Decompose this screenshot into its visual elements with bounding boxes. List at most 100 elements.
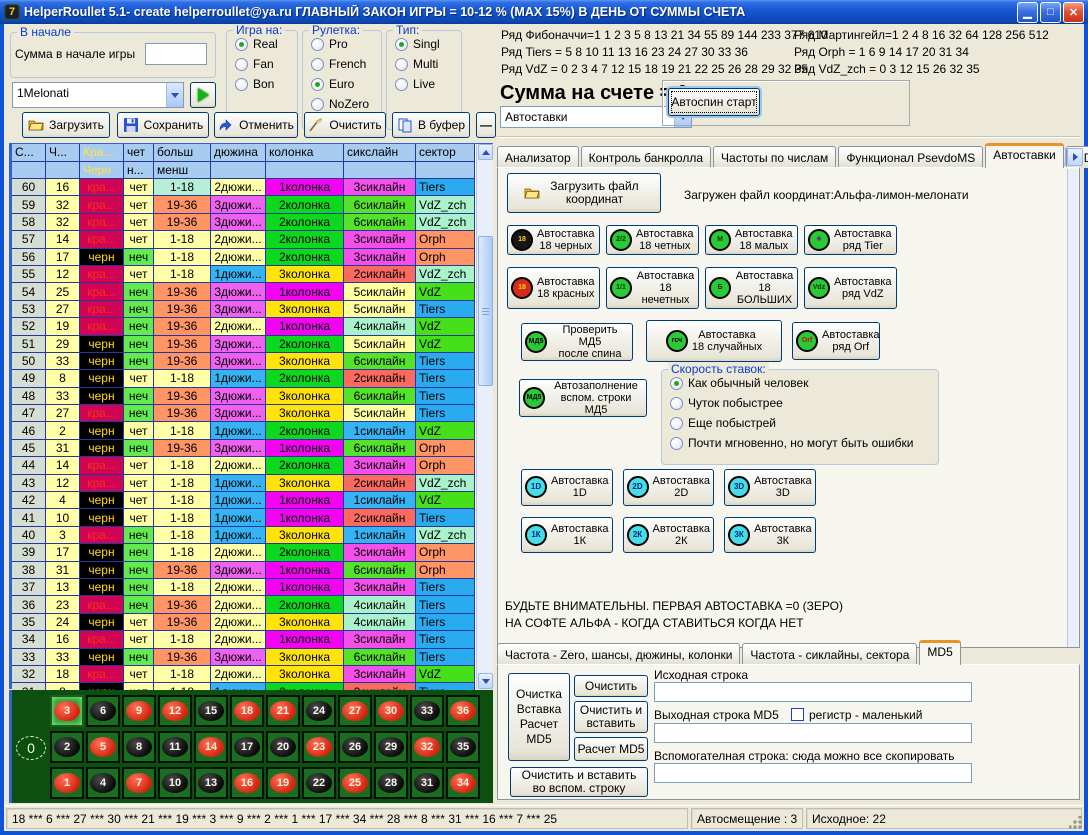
- md5-clear-button[interactable]: Очистить: [574, 675, 648, 697]
- scroll-up-icon[interactable]: [478, 144, 493, 160]
- roulette-cell-6[interactable]: 6: [86, 695, 120, 727]
- autofill-md5-button[interactable]: МД5 Автозаполнениевспом. строки МД5: [519, 379, 647, 417]
- copy-buffer-button[interactable]: В буфер: [392, 112, 470, 138]
- roulette-cell-3[interactable]: 3: [50, 695, 84, 727]
- table-row[interactable]: 403кра...неч1-181дюжи...3колонка1сиклайн…: [12, 527, 493, 544]
- tab-scroll-right-icon[interactable]: [1067, 148, 1083, 166]
- freq-tab[interactable]: Частота - сиклайны, сектора: [742, 643, 917, 665]
- column-header[interactable]: Кра...: [80, 144, 124, 162]
- roulette-cell-11[interactable]: 11: [158, 731, 192, 763]
- table-row[interactable]: 318чернчет1-181дюжи...2колонка2сиклайнTi…: [12, 683, 493, 690]
- load-button[interactable]: Загрузить: [22, 112, 110, 138]
- radio-option-euro[interactable]: Euro: [311, 77, 381, 91]
- register-checkbox[interactable]: [791, 708, 804, 721]
- tab-автоставки[interactable]: Автоставки: [985, 143, 1064, 168]
- roulette-cell-36[interactable]: 36: [446, 695, 480, 727]
- table-row[interactable]: 498чернчет1-181дюжи...2колонка2сиклайнTi…: [12, 370, 493, 387]
- maximize-button[interactable]: □: [1040, 2, 1061, 23]
- table-row[interactable]: 5832кра...чет19-363дюжи...2колонка6сикла…: [12, 214, 493, 231]
- table-row[interactable]: 4110чернчет1-181дюжи...1колонка2сиклайнT…: [12, 509, 493, 526]
- table-row[interactable]: 3416кра...чет1-182дюжи...1колонка3сиклай…: [12, 631, 493, 648]
- roulette-cell-14[interactable]: 14: [194, 731, 228, 763]
- tab-контроль-банкролла[interactable]: Контроль банкролла: [581, 146, 711, 168]
- table-row[interactable]: 3524чернчет19-362дюжи...3колонка4сиклайн…: [12, 614, 493, 631]
- column-header[interactable]: сектор: [416, 144, 475, 162]
- roulette-cell-12[interactable]: 12: [158, 695, 192, 727]
- autobet-button-1к[interactable]: 1КАвтоставка1К: [521, 517, 613, 554]
- autobet-button-18-черных[interactable]: 18Автоставка18 черных: [507, 225, 600, 255]
- md5-calc-button[interactable]: Расчет MD5: [574, 737, 648, 761]
- roulette-cell-28[interactable]: 28: [374, 767, 408, 799]
- roulette-cell-17[interactable]: 17: [230, 731, 264, 763]
- column-header[interactable]: дюжина: [211, 144, 266, 162]
- minimize-button[interactable]: ▁: [1017, 2, 1038, 23]
- radio-option-multi[interactable]: Multi: [395, 57, 461, 71]
- scroll-down-icon[interactable]: [478, 673, 493, 689]
- roulette-cell-32[interactable]: 32: [410, 731, 444, 763]
- roulette-cell-25[interactable]: 25: [338, 767, 372, 799]
- start-sum-input[interactable]: [145, 43, 207, 65]
- roulette-cell-10[interactable]: 10: [158, 767, 192, 799]
- roulette-cell-18[interactable]: 18: [230, 695, 264, 727]
- roulette-cell-15[interactable]: 15: [194, 695, 228, 727]
- table-row[interactable]: 4833черннеч19-363дюжи...3колонка6сиклайн…: [12, 388, 493, 405]
- autobet-button-18-четных[interactable]: 2/2Автоставка18 четных: [606, 225, 699, 255]
- roulette-cell-16[interactable]: 16: [230, 767, 264, 799]
- roulette-cell-1[interactable]: 1: [50, 767, 84, 799]
- table-row[interactable]: 5033черннеч19-363дюжи...3колонка6сиклайн…: [12, 353, 493, 370]
- column-header[interactable]: чет: [124, 144, 154, 162]
- freq-tab[interactable]: Частота - Zero, шансы, дюжины, колонки: [497, 643, 740, 665]
- column-header[interactable]: больш: [154, 144, 211, 162]
- autobet-button-ряд-tier[interactable]: ✳Автоставкаряд Tier: [804, 225, 897, 255]
- clear-button[interactable]: Очистить: [304, 112, 386, 138]
- speed-option[interactable]: Как обычный человек: [670, 376, 938, 390]
- radio-option-nozero[interactable]: NoZero: [311, 97, 381, 111]
- autobet-button-3к[interactable]: 3КАвтоставка3К: [724, 517, 816, 554]
- radio-option-live[interactable]: Live: [395, 77, 461, 91]
- close-button[interactable]: ✕: [1063, 2, 1084, 23]
- roulette-cell-26[interactable]: 26: [338, 731, 372, 763]
- table-row[interactable]: 5129черннеч19-363дюжи...2колонка5сиклайн…: [12, 336, 493, 353]
- tab-анализатор[interactable]: Анализатор: [497, 146, 579, 168]
- roulette-cell-13[interactable]: 13: [194, 767, 228, 799]
- row-orf-button[interactable]: Orf Автоставкаряд Orf: [792, 322, 880, 360]
- table-row[interactable]: 3333черннеч19-363дюжи...3колонка6сиклайн…: [12, 649, 493, 666]
- table-row[interactable]: 5425кра...неч19-363дюжи...1колонка5сикла…: [12, 283, 493, 300]
- check-md5-button[interactable]: МД5 Проверить МД5после спина: [521, 323, 633, 361]
- radio-option-french[interactable]: French: [311, 57, 381, 71]
- radio-option-bon[interactable]: Bon: [235, 77, 297, 91]
- autobet-button-18-больших[interactable]: БАвтоставка18 БОЛЬШИХ: [705, 267, 798, 309]
- table-row[interactable]: 5714кра...чет1-182дюжи...2колонка3сиклай…: [12, 231, 493, 248]
- table-row[interactable]: 3831черннеч19-363дюжи...1колонка6сиклайн…: [12, 562, 493, 579]
- roulette-cell-5[interactable]: 5: [86, 731, 120, 763]
- minimize-table-button[interactable]: —: [476, 112, 496, 138]
- md5-clear-paste-button[interactable]: Очистить ивставить: [574, 701, 648, 733]
- undo-button[interactable]: Отменить: [214, 112, 298, 138]
- freq-tab[interactable]: MD5: [919, 640, 960, 665]
- radio-option-pro[interactable]: Pro: [311, 37, 381, 51]
- speed-option[interactable]: Чуток побыстрее: [670, 396, 938, 410]
- table-row[interactable]: 5932кра...чет19-363дюжи...2колонка6сикла…: [12, 196, 493, 213]
- autospin-start-button[interactable]: Автоспин старт: [668, 88, 760, 116]
- table-row[interactable]: 5512кра...чет1-181дюжи...3колонка2сиклай…: [12, 266, 493, 283]
- table-row[interactable]: 3713черннеч1-182дюжи...1колонка3сиклайнT…: [12, 579, 493, 596]
- radio-option-fan[interactable]: Fan: [235, 57, 297, 71]
- table-row[interactable]: 3623кра...неч19-362дюжи...2колонка4сикла…: [12, 596, 493, 613]
- roulette-cell-9[interactable]: 9: [122, 695, 156, 727]
- scroll-thumb[interactable]: [478, 236, 493, 386]
- md5-clear-paste-aux-button[interactable]: Очистить и вставитьво вспом. строку: [510, 767, 648, 797]
- table-row[interactable]: 4531черннеч19-363дюжи...1колонка6сиклайн…: [12, 440, 493, 457]
- autobet-button-18-малых[interactable]: MАвтоставка18 малых: [705, 225, 798, 255]
- roulette-cell-21[interactable]: 21: [266, 695, 300, 727]
- speed-option[interactable]: Еще побыстрей: [670, 416, 938, 430]
- table-row[interactable]: 462чернчет1-181дюжи...2колонка1сиклайнVd…: [12, 422, 493, 439]
- column-header[interactable]: колонка: [266, 144, 344, 162]
- autobet-button-3d[interactable]: 3DАвтоставка3D: [724, 469, 816, 506]
- roulette-cell-23[interactable]: 23: [302, 731, 336, 763]
- roulette-cell-2[interactable]: 2: [50, 731, 84, 763]
- table-row[interactable]: 4312кра...чет1-181дюжи...3колонка2сиклай…: [12, 475, 493, 492]
- roulette-cell-8[interactable]: 8: [122, 731, 156, 763]
- md5-big-button[interactable]: ОчисткаВставкаРасчет MD5: [508, 673, 570, 761]
- autobet-button-1d[interactable]: 1DАвтоставка1D: [521, 469, 613, 506]
- autobet-button-2к[interactable]: 2КАвтоставка2К: [623, 517, 715, 554]
